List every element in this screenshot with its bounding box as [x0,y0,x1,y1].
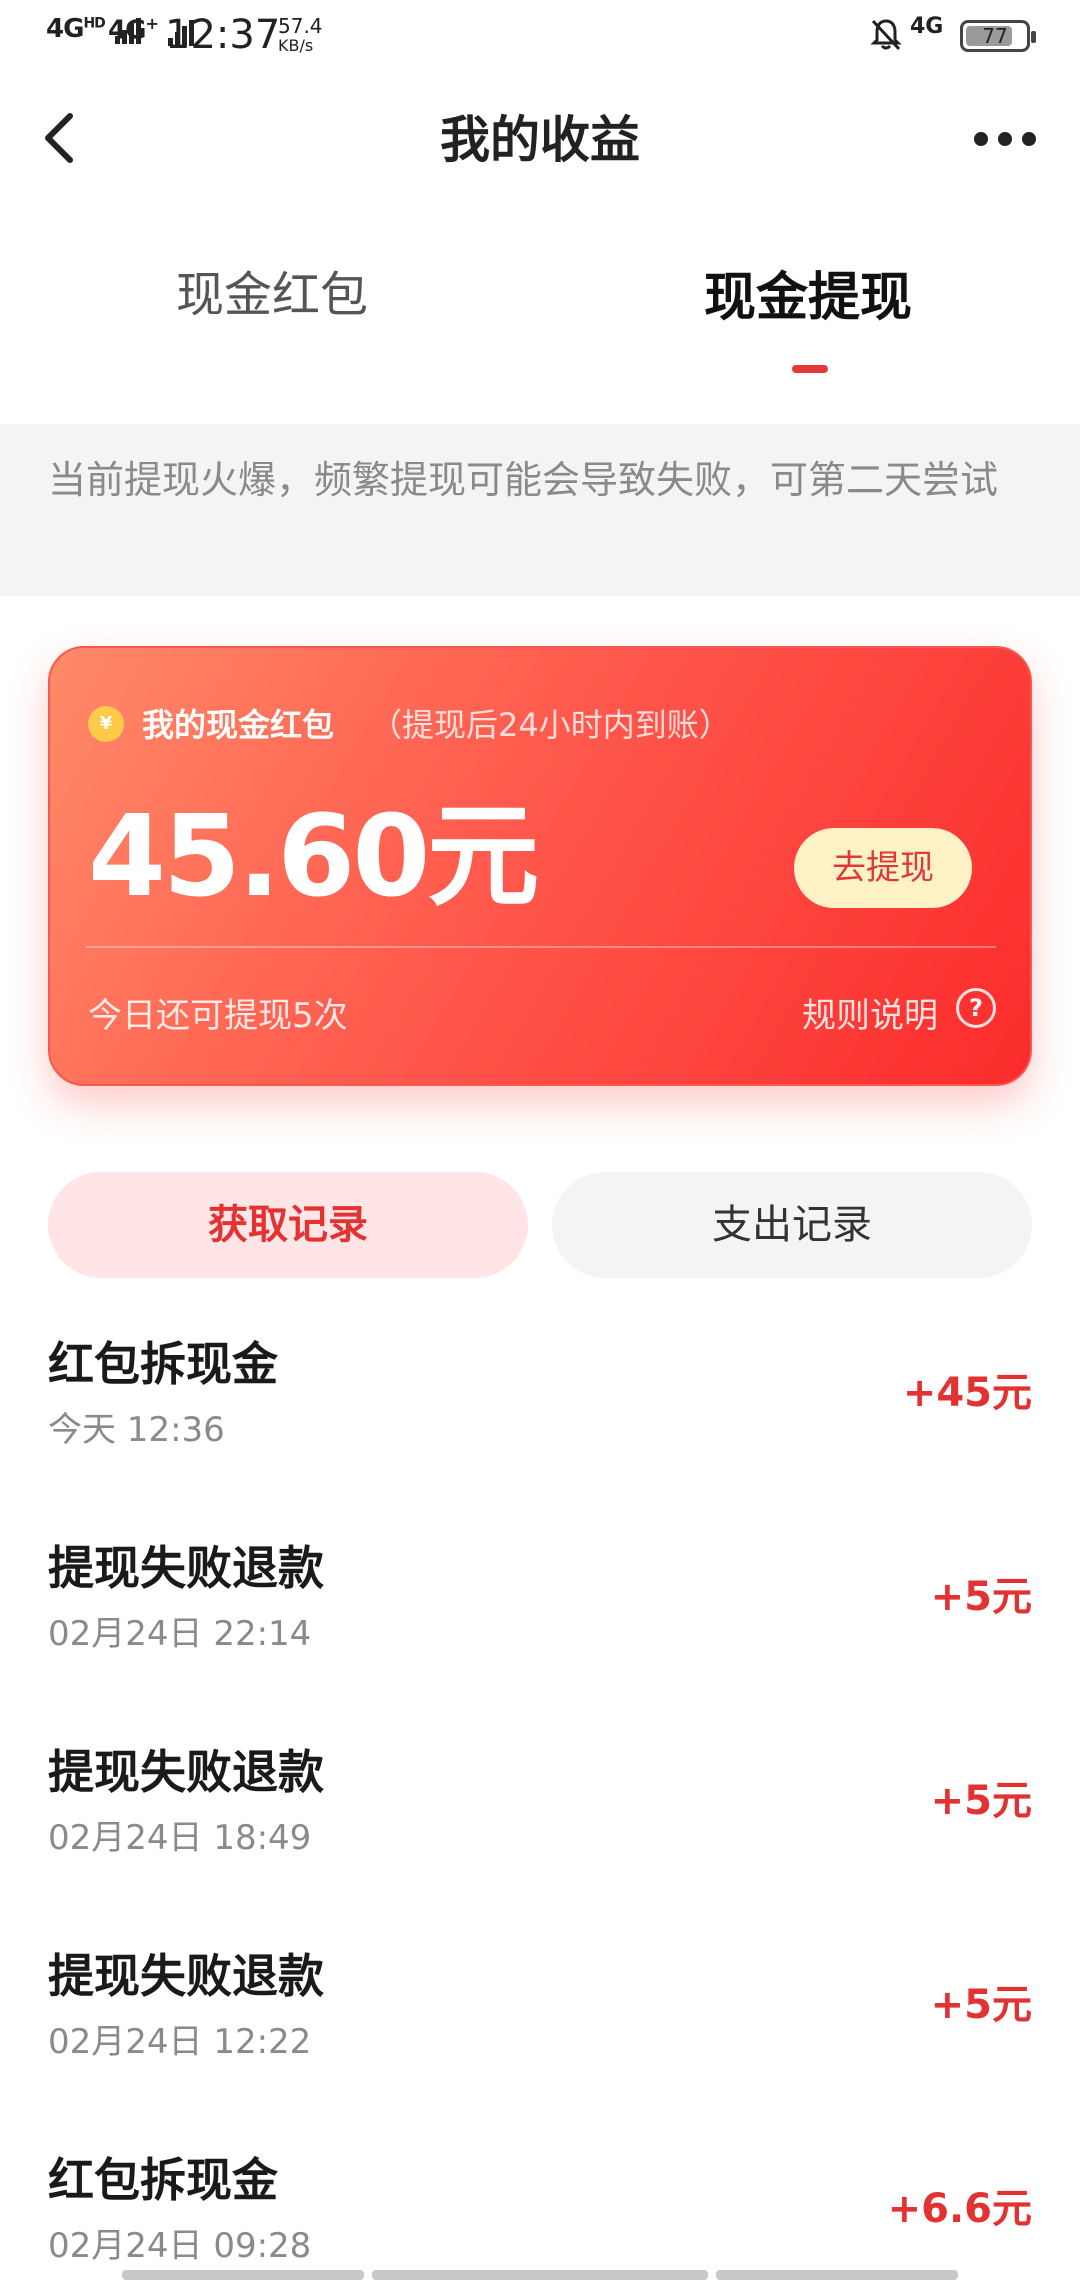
income-records-tab[interactable]: 获取记录 [48,1172,528,1278]
list-item[interactable]: 红包拆现金 今天 12:36 +45元 [0,1328,1080,1532]
record-title: 提现失败退款 [48,1949,324,2003]
record-amount: +6.6元 [887,2186,1032,2232]
bottom-gesture-bar [122,2270,364,2280]
balance-amount: 45.60元 [88,792,539,922]
status-bar: 4GHD 4G+ 12:37 57.4 KB/s 4G 77 [0,0,1080,72]
list-item[interactable]: 红包拆现金 02月24日 09:28 +6.6元 [0,2144,1080,2280]
record-amount: +5元 [930,1982,1032,2028]
list-item[interactable]: 提现失败退款 02月24日 18:49 +5元 [0,1736,1080,1940]
tab-cash-red-packet[interactable]: 现金红包 [176,255,368,325]
network-sup: HD [83,15,105,32]
mute-bell-icon [870,19,902,51]
record-time: 02月24日 22:14 [48,1614,312,1654]
battery-icon: 77 [960,20,1036,52]
more-icon[interactable] [970,118,1040,158]
battery-level: 77 [982,24,1008,48]
active-tab-indicator [792,365,828,373]
card-title: 我的现金红包 [142,706,335,744]
list-item[interactable]: 提现失败退款 02月24日 12:22 +5元 [0,1940,1080,2144]
speed-value: 57.4 [278,14,323,38]
record-title: 红包拆现金 [48,2153,278,2207]
record-amount: +5元 [930,1574,1032,1620]
coin-icon: ¥ [88,706,124,742]
remaining-withdrawals: 今日还可提现5次 [88,996,348,1036]
speed-unit: KB/s [278,36,314,55]
tab-cash-withdraw[interactable]: 现金提现 [704,255,912,330]
bottom-gesture-bar [716,2270,958,2280]
rules-link[interactable]: 规则说明 [802,988,938,1037]
withdraw-button[interactable]: 去提现 [794,828,972,908]
record-time: 02月24日 18:49 [48,1818,312,1858]
card-subtitle: （提现后24小时内到账） [370,706,731,744]
record-title: 提现失败退款 [48,1541,324,1595]
record-time: 02月24日 12:22 [48,2022,312,2062]
record-time: 02月24日 09:28 [48,2226,312,2266]
record-amount: +45元 [902,1370,1032,1416]
expense-records-tab[interactable]: 支出记录 [552,1172,1032,1278]
network-label: 4G [46,14,84,44]
status-time: 12:37 [165,12,281,58]
record-time: 今天 12:36 [48,1410,225,1450]
page-title: 我的收益 [440,111,640,169]
network-speed: 57.4 KB/s [278,16,323,56]
cash-red-packet-card: ¥ 我的现金红包 （提现后24小时内到账） 45.60元 去提现 今日还可提现5… [48,646,1032,1086]
notice-banner: 当前提现火爆，频繁提现可能会导致失败，可第二天尝试 [0,424,1080,596]
bottom-gesture-bar [372,2270,708,2280]
network-sup: + [145,14,158,33]
network-indicator-3: 4G [910,14,944,39]
record-title: 提现失败退款 [48,1745,324,1799]
card-divider [86,946,996,948]
help-icon[interactable]: ? [956,988,996,1028]
network-label: 4G [108,15,146,46]
record-title: 红包拆现金 [48,1337,278,1391]
record-amount: +5元 [930,1778,1032,1824]
list-item[interactable]: 提现失败退款 02月24日 22:14 +5元 [0,1532,1080,1736]
